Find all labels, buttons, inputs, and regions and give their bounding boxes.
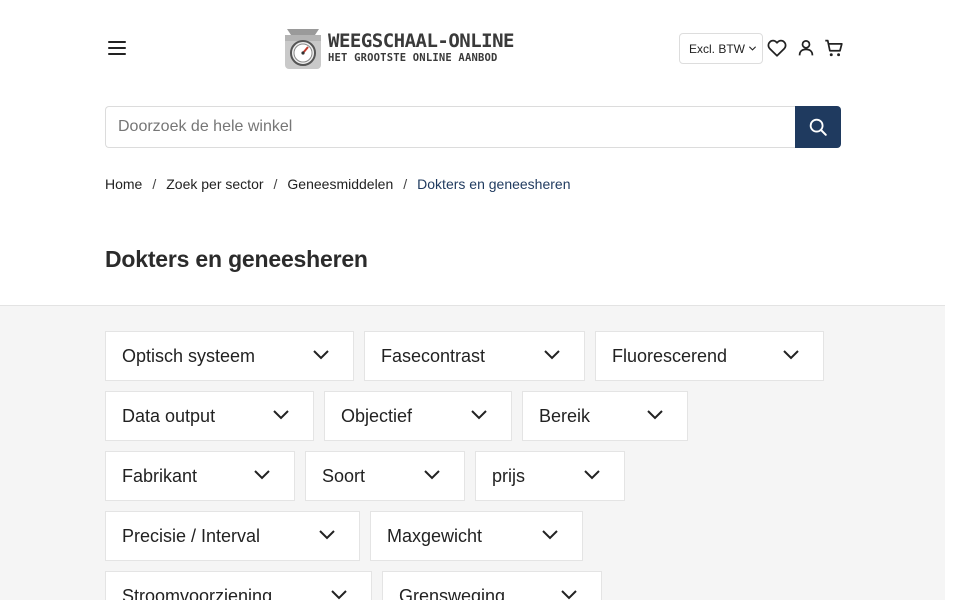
filter-maxgewicht[interactable]: Maxgewicht	[370, 511, 583, 561]
search-button[interactable]	[795, 106, 841, 148]
breadcrumb-geneesmiddelen[interactable]: Geneesmiddelen	[287, 176, 393, 192]
filter-objectief[interactable]: Objectief	[324, 391, 512, 441]
page-gutter	[945, 0, 960, 600]
filter-fabrikant[interactable]: Fabrikant	[105, 451, 295, 501]
breadcrumb-separator: /	[152, 176, 157, 192]
filter-label: Bereik	[539, 405, 591, 426]
search-bar	[105, 106, 841, 148]
site-header: WEEGSCHAAL-ONLINE HET GROOTSTE ONLINE AA…	[0, 0, 945, 96]
search-icon	[809, 118, 827, 136]
vat-select-value: Excl. BTW	[689, 41, 745, 56]
filter-label: Soort	[322, 465, 366, 486]
filter-fasecontrast[interactable]: Fasecontrast	[364, 331, 585, 381]
filter-panel: Optisch systeem Fasecontrast Fluorescere…	[0, 306, 945, 600]
filter-label: Precisie / Interval	[122, 525, 261, 546]
filter-label: Fasecontrast	[381, 345, 486, 366]
breadcrumb-separator: /	[273, 176, 278, 192]
filter-optisch-systeem[interactable]: Optisch systeem	[105, 331, 354, 381]
page: WEEGSCHAAL-ONLINE HET GROOTSTE ONLINE AA…	[0, 0, 945, 600]
filter-prijs[interactable]: prijs	[475, 451, 625, 501]
filter-precisie-interval[interactable]: Precisie / Interval	[105, 511, 360, 561]
heart-icon[interactable]	[766, 37, 788, 59]
chevron-down-icon	[542, 530, 558, 540]
kitchen-scale-icon	[280, 25, 326, 71]
filter-label: Objectief	[341, 405, 413, 426]
hamburger-menu-icon[interactable]	[104, 36, 130, 60]
chevron-down-icon	[748, 46, 757, 51]
chevron-down-icon	[254, 470, 270, 480]
filter-label: Grensweging	[399, 585, 506, 600]
filter-label: Stroomvoorziening	[122, 585, 273, 600]
filter-label: Optisch systeem	[122, 345, 256, 366]
logo-title: WEEGSCHAAL-ONLINE	[328, 30, 514, 53]
filter-label: prijs	[492, 465, 526, 486]
cart-icon[interactable]	[823, 37, 845, 59]
filter-fluorescerend[interactable]: Fluorescerend	[595, 331, 824, 381]
vat-select[interactable]: Excl. BTW	[679, 33, 763, 64]
chevron-down-icon	[561, 590, 577, 600]
filter-stroomvoorziening[interactable]: Stroomvoorziening	[105, 571, 372, 600]
breadcrumb-home[interactable]: Home	[105, 176, 142, 192]
filter-label: Data output	[122, 405, 216, 426]
filter-bereik[interactable]: Bereik	[522, 391, 688, 441]
logo-tagline: HET GROOTSTE ONLINE AANBOD	[328, 52, 498, 65]
filter-grensweging[interactable]: Grensweging	[382, 571, 602, 600]
page-title: Dokters en geneesheren	[105, 246, 368, 272]
filter-label: Fabrikant	[122, 465, 198, 486]
filter-data-output[interactable]: Data output	[105, 391, 314, 441]
breadcrumb-sector[interactable]: Zoek per sector	[166, 176, 263, 192]
breadcrumb-separator: /	[403, 176, 408, 192]
chevron-down-icon	[424, 470, 440, 480]
filter-label: Fluorescerend	[612, 345, 728, 366]
chevron-down-icon	[783, 350, 799, 360]
chevron-down-icon	[544, 350, 560, 360]
chevron-down-icon	[584, 470, 600, 480]
search-input[interactable]	[105, 106, 796, 148]
chevron-down-icon	[313, 350, 329, 360]
filter-soort[interactable]: Soort	[305, 451, 465, 501]
breadcrumb-current: Dokters en geneesheren	[417, 176, 571, 192]
chevron-down-icon	[647, 410, 663, 420]
breadcrumb: Home / Zoek per sector / Geneesmiddelen …	[105, 175, 570, 193]
chevron-down-icon	[471, 410, 487, 420]
chevron-down-icon	[331, 590, 347, 600]
user-icon[interactable]	[795, 37, 817, 59]
chevron-down-icon	[273, 410, 289, 420]
chevron-down-icon	[319, 530, 335, 540]
site-logo[interactable]: WEEGSCHAAL-ONLINE HET GROOTSTE ONLINE AA…	[280, 24, 526, 72]
filter-label: Maxgewicht	[387, 525, 483, 546]
